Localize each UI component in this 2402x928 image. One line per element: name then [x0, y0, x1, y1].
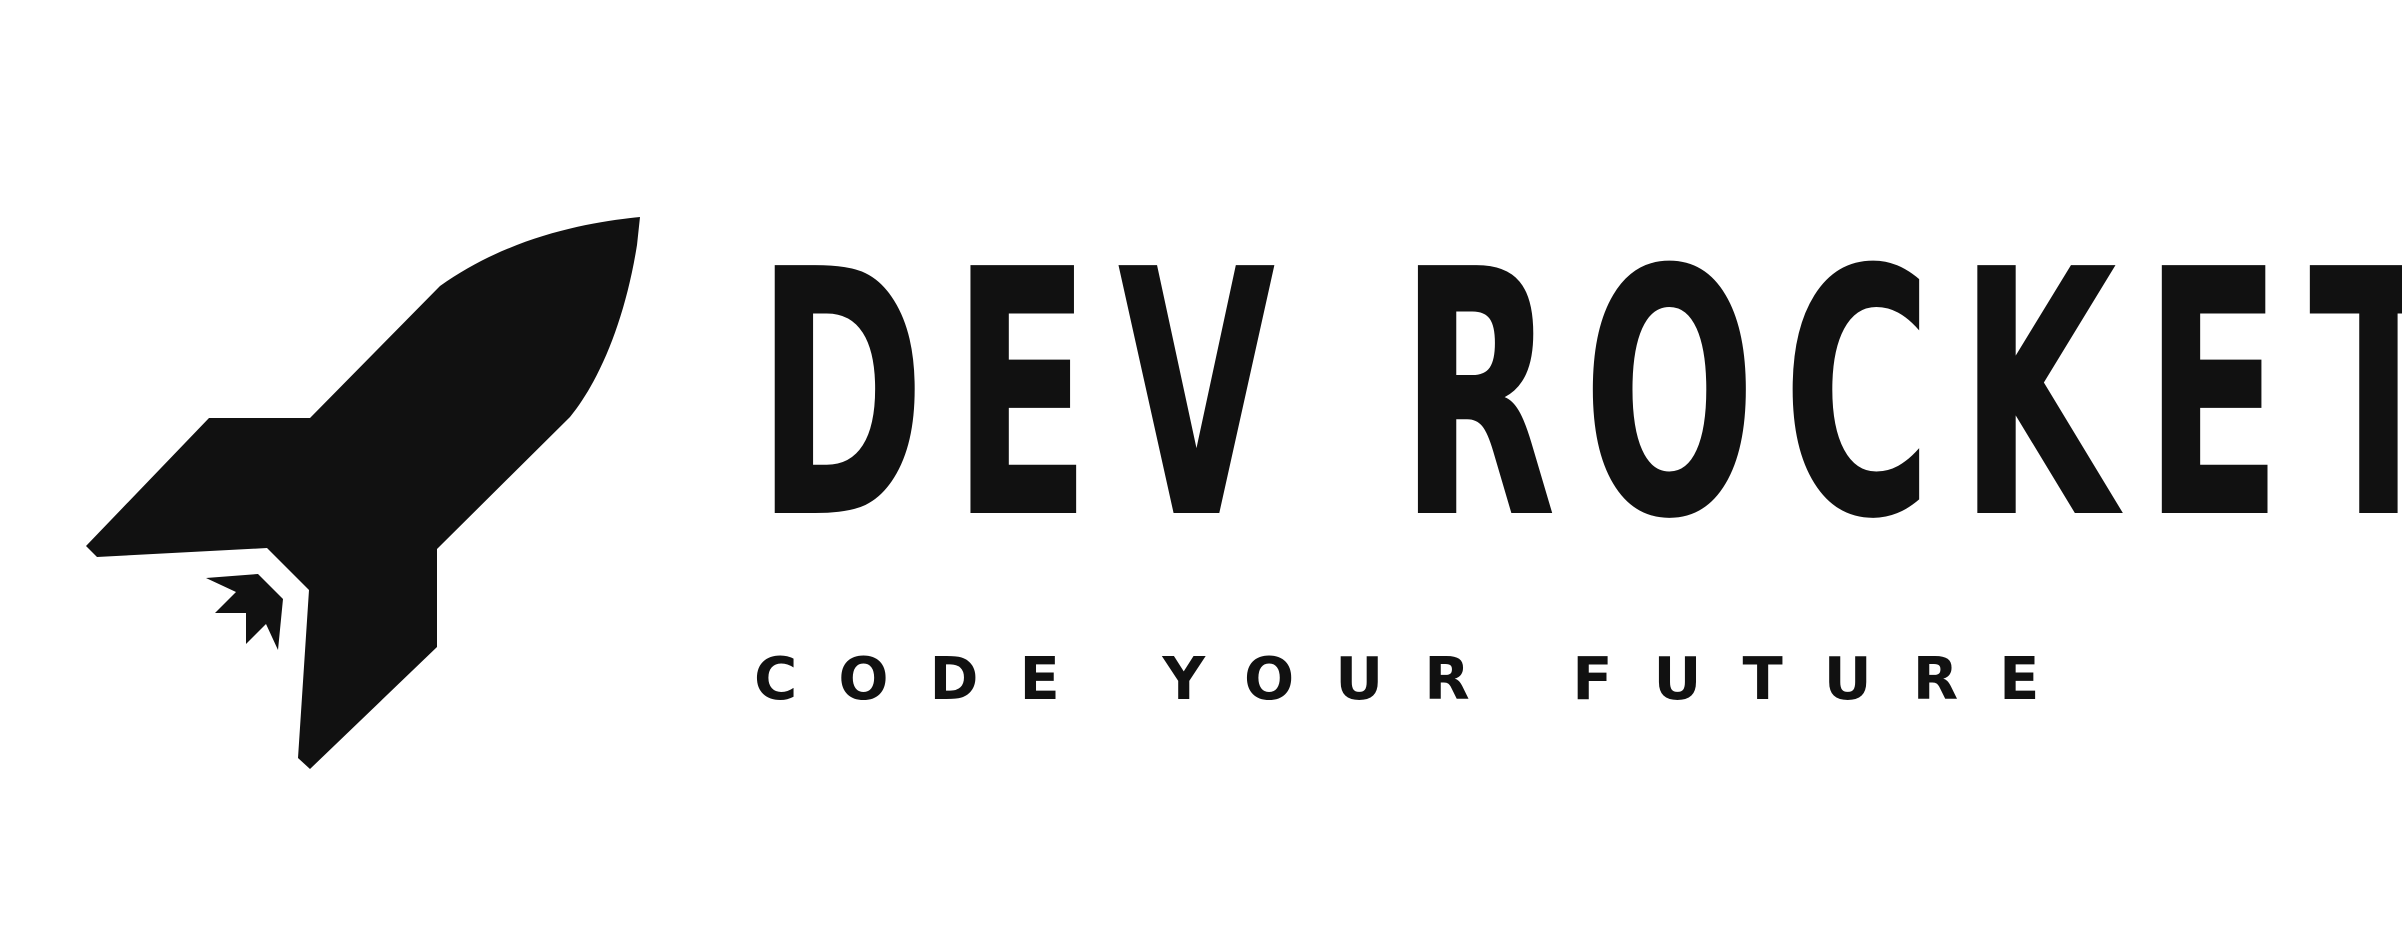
dev-rocket-logo: DEV ROCKET CODE YOUR FUTURE — [0, 0, 2402, 928]
tagline: CODE YOUR FUTURE — [754, 644, 2081, 714]
rocket-body — [86, 217, 640, 769]
rocket-flame — [206, 574, 283, 650]
wordmark: DEV ROCKET — [756, 198, 2402, 594]
